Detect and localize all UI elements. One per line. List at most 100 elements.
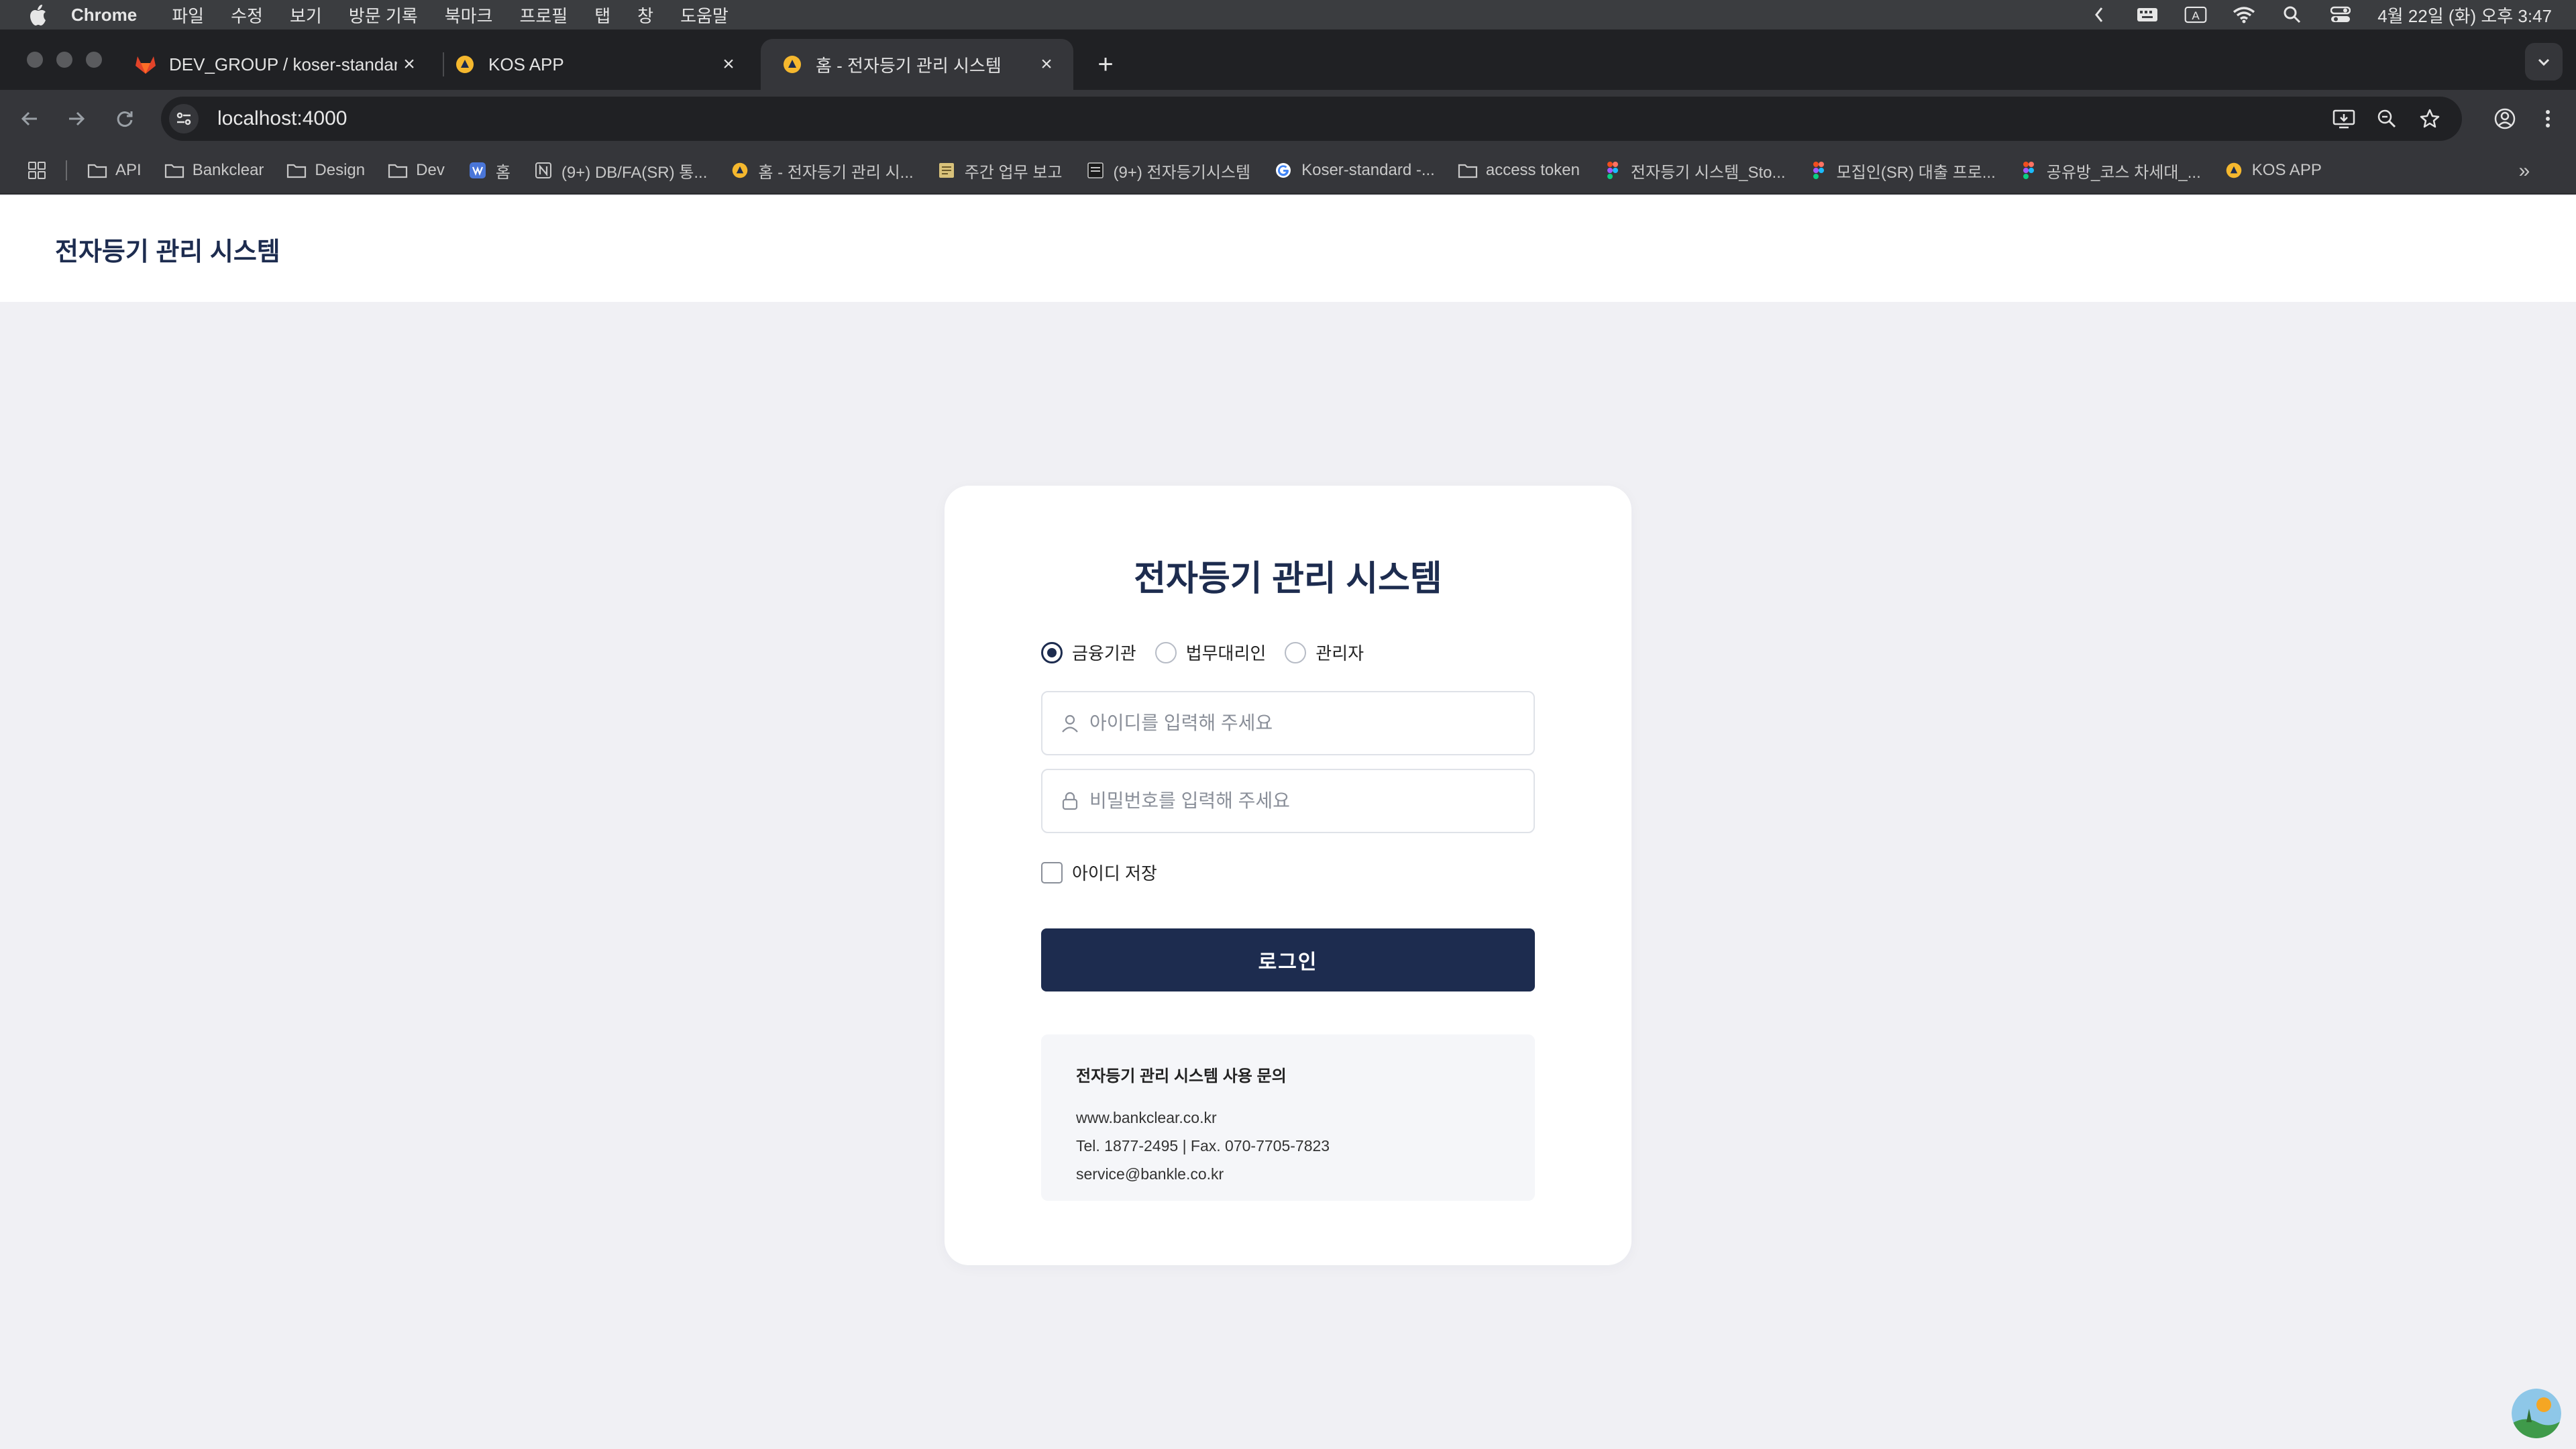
spotlight-search-icon[interactable] <box>2281 5 2304 25</box>
login-title: 전자등기 관리 시스템 <box>1134 559 1442 598</box>
site-info-icon[interactable] <box>169 104 199 133</box>
forward-button[interactable] <box>58 100 95 138</box>
control-center-icon[interactable] <box>2329 5 2352 25</box>
bookmark-kos-app[interactable]: KOS APP <box>2224 160 2322 180</box>
gitlab-icon <box>134 53 157 76</box>
password-input[interactable] <box>1089 790 1519 812</box>
bookmark-figma-loan[interactable]: 모집인(SR) 대출 프로... <box>1809 159 1996 182</box>
input-source-icon[interactable]: A <box>2184 5 2207 25</box>
menu-tab[interactable]: 탭 <box>594 3 610 28</box>
url-text[interactable]: localhost:4000 <box>217 107 347 130</box>
login-card: 전자등기 관리 시스템 금융기관 법무대리인 관리자 아이디 저장 로그인 전 <box>945 486 1631 1265</box>
zoom-icon[interactable] <box>2373 105 2400 132</box>
menu-edit[interactable]: 수정 <box>231 3 263 28</box>
remember-id[interactable]: 아이디 저장 <box>1041 860 1157 885</box>
address-bar[interactable]: localhost:4000 <box>161 97 2462 141</box>
browser-toolbar: localhost:4000 <box>0 90 2576 148</box>
radio-button-checked[interactable] <box>1041 641 1063 663</box>
bookmarks-divider <box>66 160 67 180</box>
new-tab-button[interactable]: + <box>1087 46 1124 83</box>
menubar-clock[interactable]: 4월 22일 (화) 오후 3:47 <box>2377 3 2552 28</box>
install-app-icon[interactable] <box>2330 105 2357 132</box>
arrow-right-icon <box>69 111 85 126</box>
header-brand[interactable]: 전자등기 관리 시스템 <box>55 231 280 268</box>
input-source-label: A <box>2192 9 2200 22</box>
role-radio-admin[interactable]: 관리자 <box>1285 640 1364 665</box>
wifi-icon[interactable] <box>2233 5 2255 25</box>
role-label: 법무대리인 <box>1185 643 1267 663</box>
notion-icon <box>533 160 553 180</box>
close-window-button[interactable] <box>27 52 43 68</box>
back-button[interactable] <box>11 100 48 138</box>
bookmark-figma-storyboard[interactable]: 전자등기 시스템_Sto... <box>1603 159 1786 182</box>
close-tab-icon[interactable]: × <box>397 52 421 76</box>
chevron-down-icon <box>2538 58 2550 66</box>
floating-assistant-avatar[interactable] <box>2512 1389 2561 1438</box>
id-input[interactable] <box>1089 712 1519 734</box>
bookmark-api[interactable]: API <box>87 160 142 180</box>
role-radio-financial[interactable]: 금융기관 <box>1041 640 1136 665</box>
bookmark-home[interactable]: 홈 <box>468 159 511 182</box>
apple-menu-icon[interactable] <box>27 3 50 26</box>
menu-view[interactable]: 보기 <box>290 3 322 28</box>
bookmark-design[interactable]: Design <box>286 160 365 180</box>
tab-kos-app[interactable]: KOS APP × <box>433 39 755 90</box>
apps-grid-icon[interactable] <box>25 159 48 182</box>
double-chevron-right-icon[interactable]: » <box>2513 160 2536 182</box>
bookmark-koser-standard[interactable]: Koser-standard -... <box>1273 160 1435 180</box>
bookmark-e-registry[interactable]: (9+) 전자등기시스템 <box>1085 159 1251 182</box>
more-menu-icon[interactable] <box>2529 100 2567 138</box>
close-tab-icon[interactable]: × <box>1034 52 1059 76</box>
reload-button[interactable] <box>106 100 144 138</box>
bookmark-access-token[interactable]: access token <box>1458 160 1580 180</box>
bookmark-notion-db[interactable]: (9+) DB/FA(SR) 통... <box>533 159 707 182</box>
keyboard-icon[interactable] <box>2136 5 2159 25</box>
bookmark-figma-shared[interactable]: 공유방_코스 차세대_... <box>2019 159 2201 182</box>
menu-profiles[interactable]: 프로필 <box>519 3 568 28</box>
radio-button[interactable] <box>1155 641 1177 663</box>
figma-icon <box>1603 160 1623 180</box>
bookmark-label: (9+) DB/FA(SR) 통... <box>561 163 708 182</box>
contact-email: service@bankle.co.kr <box>1076 1165 1224 1183</box>
folder-icon <box>1458 160 1478 180</box>
remember-id-checkbox[interactable] <box>1041 861 1063 883</box>
menu-bookmarks[interactable]: 북마크 <box>445 3 493 28</box>
bookmark-label: 홈 - 전자등기 관리 시... <box>758 163 914 182</box>
bookmark-label: (9+) 전자등기시스템 <box>1113 163 1251 182</box>
bookmark-bankclear[interactable]: Bankclear <box>164 160 264 180</box>
tab-search-button[interactable] <box>2525 43 2563 80</box>
arrow-left-icon <box>21 111 37 126</box>
tab-gitlab[interactable]: DEV_GROUP / koser-standard × <box>114 39 436 90</box>
bookmark-dev[interactable]: Dev <box>388 160 445 180</box>
radio-button[interactable] <box>1285 641 1307 663</box>
bookmark-weekly-report[interactable]: 주간 업무 보고 <box>936 159 1063 182</box>
bookmark-star-icon[interactable] <box>2416 105 2443 132</box>
note-icon <box>936 160 957 180</box>
chevron-left-icon[interactable] <box>2088 5 2110 25</box>
password-field[interactable] <box>1041 769 1535 833</box>
menu-history[interactable]: 방문 기록 <box>349 3 418 28</box>
minimize-window-button[interactable] <box>56 52 72 68</box>
zoom-window-button[interactable] <box>86 52 102 68</box>
bookmark-label: Bankclear <box>192 161 264 179</box>
tab-title: 홈 - 전자등기 관리 시스템 <box>816 55 1002 76</box>
menu-help[interactable]: 도움말 <box>680 3 729 28</box>
tab-active-kos-home[interactable]: 홈 - 전자등기 관리 시스템 × <box>761 39 1073 90</box>
remember-id-label: 아이디 저장 <box>1072 863 1157 883</box>
bookmarks-bar: API Bankclear Design Dev 홈 (9+) DB/FA(SR… <box>0 148 2576 195</box>
bookmark-label: Design <box>315 161 366 179</box>
page-header: 전자등기 관리 시스템 <box>0 196 2576 302</box>
menu-file[interactable]: 파일 <box>172 3 204 28</box>
role-radio-legal-agent[interactable]: 법무대리인 <box>1155 640 1267 665</box>
role-label: 금융기관 <box>1072 643 1136 663</box>
id-field[interactable] <box>1041 691 1535 755</box>
bookmark-label: 공유방_코스 차세대_... <box>2046 163 2201 182</box>
menu-window[interactable]: 창 <box>637 3 653 28</box>
profile-icon[interactable] <box>2486 100 2524 138</box>
bookmark-kos-home[interactable]: 홈 - 전자등기 관리 시... <box>730 159 914 182</box>
macos-menubar: Chrome 파일 수정 보기 방문 기록 북마크 프로필 탭 창 도움말 A … <box>0 0 2576 30</box>
role-label: 관리자 <box>1316 643 1364 663</box>
login-button[interactable]: 로그인 <box>1041 928 1535 991</box>
close-tab-icon[interactable]: × <box>716 52 741 76</box>
menu-app-chrome[interactable]: Chrome <box>71 5 137 25</box>
